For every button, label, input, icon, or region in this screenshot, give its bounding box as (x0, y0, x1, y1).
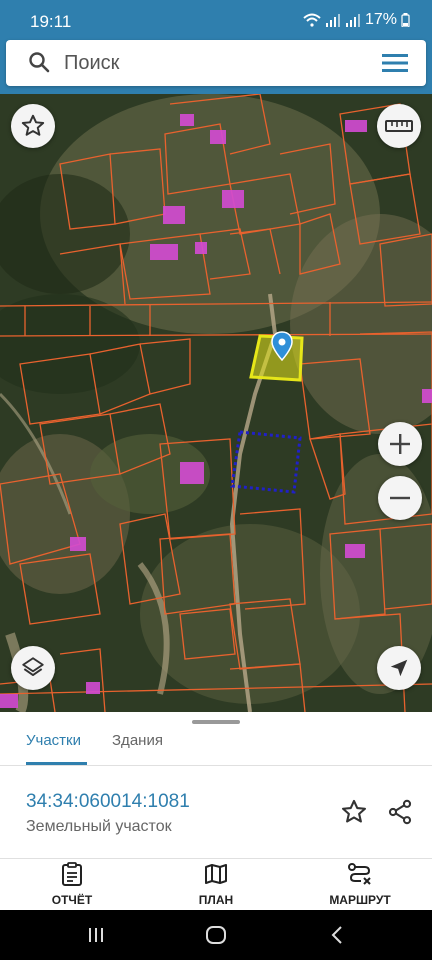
search-bar[interactable]: Поиск (6, 40, 426, 86)
status-icons: 17% (303, 11, 410, 29)
favorite-button[interactable] (11, 104, 55, 148)
divider (0, 858, 432, 859)
tab-parcels[interactable]: Участки (26, 732, 81, 749)
route-button[interactable]: МАРШРУТ (305, 862, 415, 908)
tab-buildings[interactable]: Здания (112, 732, 163, 749)
status-time: 19:11 (30, 12, 72, 31)
recents-icon[interactable] (86, 925, 106, 945)
zoom-out-button[interactable] (378, 476, 422, 520)
favorite-icon (21, 114, 45, 136)
home-icon[interactable] (205, 925, 227, 945)
favorite-parcel-button[interactable] (340, 798, 368, 831)
zoom-in-button[interactable] (378, 422, 422, 466)
parcel-type: Земельный участок (26, 818, 172, 835)
layers-icon (22, 657, 44, 677)
plan-button[interactable]: ПЛАН (161, 862, 271, 908)
report-icon (62, 862, 82, 886)
wifi-icon (303, 13, 321, 27)
satellite-map[interactable] (0, 94, 432, 712)
ruler-icon (385, 120, 413, 132)
battery-icon (401, 13, 410, 27)
sheet-drag-handle[interactable] (192, 720, 240, 724)
battery-percent: 17% (364, 11, 397, 28)
plan-label: ПЛАН (198, 893, 234, 907)
star-icon (341, 799, 367, 823)
header: Поиск (0, 40, 432, 94)
navigation-button[interactable] (377, 646, 421, 690)
signal-icon (325, 14, 340, 27)
navigation-arrow-icon (390, 659, 408, 677)
route-label: МАРШРУТ (329, 893, 391, 907)
back-icon[interactable] (328, 925, 348, 945)
search-icon[interactable] (28, 51, 50, 73)
signal-icon (345, 14, 360, 27)
share-icon (388, 799, 412, 825)
search-input[interactable]: Поиск (64, 52, 119, 75)
share-button[interactable] (386, 798, 414, 831)
ruler-button[interactable] (377, 104, 421, 148)
zoom-out-icon (390, 496, 410, 500)
report-button[interactable]: ОТЧЁТ (17, 862, 127, 908)
map-plan-icon (205, 864, 227, 884)
report-label: ОТЧЁТ (51, 893, 93, 907)
system-navigation-bar (0, 910, 432, 960)
layers-button[interactable] (11, 646, 55, 690)
parcel-cadastral-number[interactable]: 34:34:060014:1081 (26, 791, 190, 813)
bottom-sheet: Участки Здания 34:34:060014:1081 Земельн… (0, 712, 432, 910)
zoom-in-icon (390, 434, 410, 454)
status-bar: 19:11 17% (0, 0, 432, 40)
menu-icon[interactable] (382, 52, 408, 74)
route-icon (348, 863, 371, 885)
map-view[interactable] (0, 94, 432, 712)
divider (0, 765, 432, 766)
